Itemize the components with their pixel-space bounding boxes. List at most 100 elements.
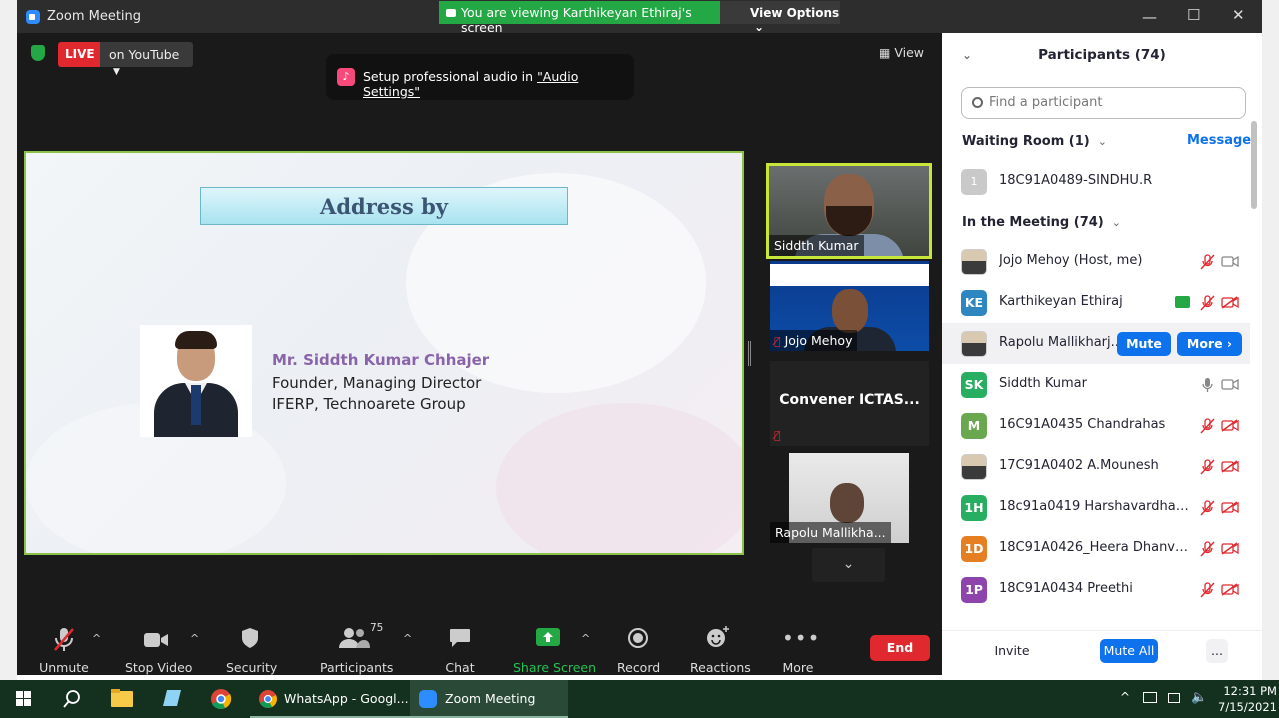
participant-row[interactable]: 1H 18c91a0419 Harshavardhan red... [942, 487, 1250, 528]
record-label: Record [617, 660, 661, 675]
chat-label: Chat [445, 660, 475, 675]
video-camera-icon[interactable] [1221, 378, 1239, 391]
stop-video-button[interactable]: Stop Video [125, 618, 193, 675]
video-tile[interactable]: Rapolu Mallikha... [770, 453, 929, 543]
encryption-shield-icon[interactable] [31, 45, 45, 61]
more-button[interactable]: ••• More [782, 618, 819, 675]
in-meeting-header[interactable]: In the Meeting (74) ⌄ [962, 215, 1121, 230]
network-icon[interactable] [1143, 692, 1157, 703]
participant-search-input[interactable]: Find a participant [961, 87, 1246, 119]
participant-row[interactable]: Jojo Mehoy (Host, me) [942, 241, 1250, 282]
panel-more-button[interactable]: ... [1206, 639, 1228, 663]
minimize-button[interactable]: — [1142, 8, 1157, 26]
mute-participant-button[interactable]: Mute [1117, 332, 1171, 356]
system-clock[interactable]: 12:31 PM 7/15/2021 [1218, 683, 1277, 715]
screen-share-icon [446, 9, 456, 17]
chevron-down-icon: ⌄ [754, 20, 765, 34]
participant-name: 18c91a0419 Harshavardhan red... [999, 499, 1195, 514]
volume-icon[interactable]: 🔈 [1191, 690, 1207, 705]
taskbar-item-zoom[interactable]: Zoom Meeting [410, 680, 568, 718]
panel-scrollbar[interactable] [1251, 121, 1257, 209]
video-off-icon[interactable] [1221, 542, 1239, 555]
mute-all-button[interactable]: Mute All [1100, 639, 1158, 663]
taskbar-item-whatsapp[interactable]: WhatsApp - Googl... [250, 680, 410, 718]
muted-mic-icon[interactable] [1200, 582, 1215, 598]
participant-row[interactable]: Rapolu Mallikharj... Mute More › [942, 323, 1250, 364]
security-label: Security [226, 660, 278, 675]
mic-icon[interactable] [1200, 377, 1215, 393]
smiley-icon [690, 618, 746, 652]
tile-name: 🎙̸ Jojo Mehoy [770, 330, 858, 351]
tile-name: Siddth Kumar [769, 235, 864, 256]
video-camera-icon[interactable] [1221, 255, 1239, 268]
in-meeting-label: In the Meeting (74) [962, 215, 1104, 230]
chat-button[interactable]: Chat [442, 618, 478, 675]
show-hidden-icons-chevron[interactable]: ^ [1120, 690, 1130, 704]
live-target-dropdown[interactable]: on YouTube ▼ [100, 42, 193, 77]
invite-button[interactable]: Invite [990, 639, 1034, 663]
more-participant-button[interactable]: More › [1177, 332, 1242, 356]
tile-name-text: Jojo Mehoy [784, 333, 853, 348]
chrome-icon[interactable] [198, 680, 244, 718]
avatar [961, 454, 987, 480]
video-off-icon[interactable] [1221, 583, 1239, 596]
view-button[interactable]: ▦ View [879, 45, 924, 60]
video-off-icon[interactable] [1221, 460, 1239, 473]
close-button[interactable]: ✕ [1232, 6, 1245, 24]
message-waiting-button[interactable]: Message [1187, 133, 1251, 148]
view-options-button[interactable]: View Options ⌄ [720, 1, 840, 34]
share-screen-button[interactable]: Share Screen [513, 618, 596, 675]
participant-row[interactable]: 1P 18C91A0434 Preethi [942, 569, 1250, 610]
muted-mic-icon[interactable] [1200, 459, 1215, 475]
reactions-button[interactable]: Reactions [690, 618, 751, 675]
muted-mic-icon[interactable] [1200, 541, 1215, 557]
participant-row[interactable]: SK Siddth Kumar [942, 364, 1250, 405]
record-icon [617, 618, 659, 652]
muted-mic-icon[interactable] [1200, 418, 1215, 434]
zoom-logo-icon [26, 10, 40, 24]
audio-options-caret[interactable]: ^ [92, 632, 101, 645]
avatar [961, 331, 987, 357]
panel-title: Participants (74) [1038, 47, 1166, 63]
muted-mic-icon[interactable] [1200, 254, 1215, 270]
battery-icon[interactable] [1168, 693, 1180, 703]
video-off-icon[interactable] [1221, 296, 1239, 309]
participants-options-caret[interactable]: ^ [403, 632, 412, 645]
share-options-caret[interactable]: ^ [581, 632, 590, 645]
maximize-button[interactable]: ☐ [1187, 6, 1200, 24]
end-meeting-button[interactable]: End [870, 635, 930, 661]
muted-mic-icon[interactable] [1200, 295, 1215, 311]
live-badge[interactable]: LIVE [58, 42, 100, 67]
stop-video-label: Stop Video [125, 660, 193, 675]
video-options-caret[interactable]: ^ [190, 632, 199, 645]
security-button[interactable]: Security [226, 618, 278, 675]
speaker-role: Founder, Managing Director [272, 374, 482, 392]
waiting-room-header[interactable]: Waiting Room (1) ⌄ [962, 134, 1107, 149]
waiting-row[interactable]: 1 18C91A0489-SINDHU.R [942, 161, 1250, 202]
video-tile[interactable]: 🎙̸ Jojo Mehoy [770, 261, 929, 351]
search-placeholder: Find a participant [989, 95, 1103, 110]
participant-row[interactable]: M 16C91A0435 Chandrahas [942, 405, 1250, 446]
music-note-icon: ♪ [337, 68, 355, 86]
participant-row[interactable]: KE Karthikeyan Ethiraj [942, 282, 1250, 323]
video-off-icon[interactable] [1221, 501, 1239, 514]
resize-handle[interactable] [748, 341, 751, 366]
participant-name: Rapolu Mallikharj... [999, 335, 1124, 350]
search-icon[interactable] [49, 680, 95, 718]
video-tile-active-speaker[interactable]: Siddth Kumar [766, 163, 932, 259]
video-tile[interactable]: Convener ICTAS... 🎙̸ [770, 361, 929, 446]
unmute-button[interactable]: Unmute [39, 618, 89, 675]
waiting-room-label: Waiting Room (1) [962, 134, 1090, 149]
participant-row[interactable]: 1D 18C91A0426_Heera Dhanvantri [942, 528, 1250, 569]
windows-start-icon[interactable] [0, 680, 46, 718]
participant-row[interactable]: 17C91A0402 A.Mounesh [942, 446, 1250, 487]
video-off-icon[interactable] [1221, 419, 1239, 432]
record-button[interactable]: Record [617, 618, 661, 675]
muted-mic-icon[interactable] [1200, 500, 1215, 516]
participants-icon: 75 [320, 618, 390, 652]
notepad-icon[interactable] [149, 680, 195, 718]
chevron-down-icon: ⌄ [1097, 135, 1107, 148]
gallery-scroll-down-button[interactable]: ⌄ [812, 548, 885, 582]
participants-button[interactable]: 75 Participants [320, 618, 393, 675]
file-explorer-icon[interactable] [99, 680, 145, 718]
